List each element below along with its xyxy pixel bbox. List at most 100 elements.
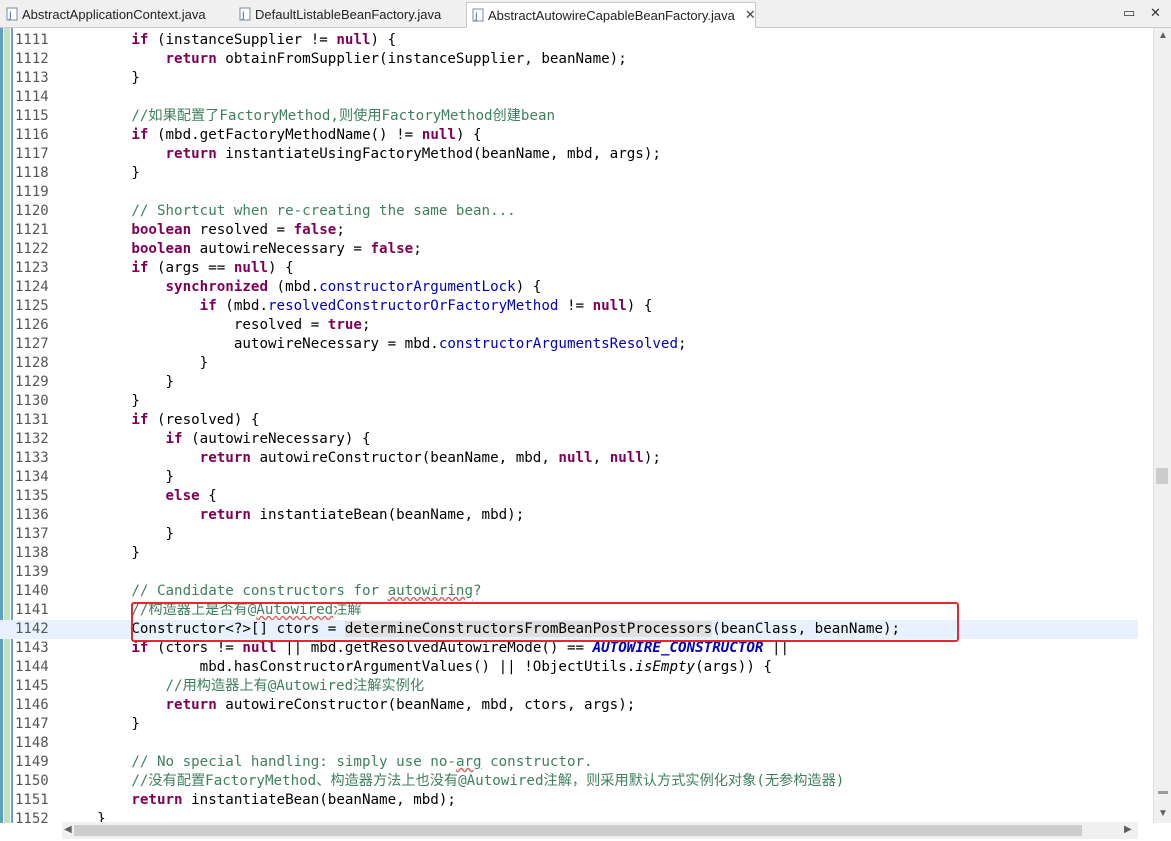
line-number: 1133 [15, 450, 49, 466]
code-editor[interactable]: 1111 if (instanceSupplier != null) {1112… [0, 28, 1171, 823]
code-line[interactable]: 1126 resolved = true; [0, 316, 1138, 335]
code-line[interactable]: 1136 return instantiateBean(beanName, mb… [0, 506, 1138, 525]
line-number: 1131 [15, 412, 49, 428]
code-line[interactable]: 1112 return obtainFromSupplier(instanceS… [0, 50, 1138, 69]
code-line[interactable]: 1122 boolean autowireNecessary = false; [0, 240, 1138, 259]
code-line[interactable]: 1133 return autowireConstructor(beanName… [0, 449, 1138, 468]
code-line[interactable]: 1140 // Candidate constructors for autow… [0, 582, 1138, 601]
code-line[interactable]: 1113 } [0, 69, 1138, 88]
code-line[interactable]: 1130 } [0, 392, 1138, 411]
code-text: //用构造器上有@Autowired注解实例化 [165, 678, 425, 694]
line-number: 1112 [15, 51, 49, 67]
code-line[interactable]: 1150 //没有配置FactoryMethod、构造器方法上也没有@Autow… [0, 772, 1138, 791]
tab-default-listable-bean-factory[interactable]: J DefaultListableBeanFactory.java [239, 2, 441, 26]
code-text: } [63, 165, 140, 181]
code-line[interactable]: 1145 //用构造器上有@Autowired注解实例化 [0, 677, 1138, 696]
code-line[interactable]: 1120 // Shortcut when re-creating the sa… [0, 202, 1138, 221]
code-line[interactable]: 1115 //如果配置了FactoryMethod,则使用FactoryMeth… [0, 107, 1138, 126]
code-line[interactable]: 1117 return instantiateUsingFactoryMetho… [0, 145, 1138, 164]
code-line[interactable]: 1137 } [0, 525, 1138, 544]
scroll-down-icon[interactable]: ▼ [1158, 808, 1168, 819]
code-text: if (instanceSupplier != null) { [131, 32, 397, 48]
overview-marker[interactable] [1158, 791, 1168, 794]
code-text: resolved = true; [63, 317, 371, 333]
scroll-left-icon[interactable]: ◀ [64, 824, 72, 835]
code-line[interactable]: 1151 return instantiateBean(beanName, mb… [0, 791, 1138, 810]
line-number: 1134 [15, 469, 49, 485]
code-line[interactable]: 1132 if (autowireNecessary) { [0, 430, 1138, 449]
restore-icon[interactable]: ▭ [1123, 5, 1135, 21]
code-text: } [63, 545, 140, 561]
close-icon[interactable]: ✕ [1150, 5, 1161, 21]
code-line[interactable]: 1148 [0, 734, 1138, 753]
java-file-icon: J [472, 8, 484, 22]
code-text: // No special handling: simply use no-ar… [131, 754, 593, 770]
code-text: if (resolved) { [131, 412, 260, 428]
code-line[interactable]: 1124 synchronized (mbd.constructorArgume… [0, 278, 1138, 297]
code-text: } [63, 526, 175, 542]
code-line[interactable]: 1128 } [0, 354, 1138, 373]
line-number: 1129 [15, 374, 49, 390]
code-text: autowireNecessary = mbd.constructorArgum… [63, 336, 687, 352]
line-number: 1147 [15, 716, 49, 732]
code-text: return instantiateBean(beanName, mbd); [199, 507, 525, 523]
code-line[interactable]: 1118 } [0, 164, 1138, 183]
tab-abstract-application-context[interactable]: J AbstractApplicationContext.java [6, 2, 206, 26]
tab-label: AbstractAutowireCapableBeanFactory.java [488, 7, 735, 23]
horizontal-scroll-thumb[interactable] [74, 825, 1082, 836]
code-line[interactable]: 1116 if (mbd.getFactoryMethodName() != n… [0, 126, 1138, 145]
code-line[interactable]: 1135 else { [0, 487, 1138, 506]
line-number: 1149 [15, 754, 49, 770]
code-line[interactable]: 1129 } [0, 373, 1138, 392]
line-number: 1113 [15, 70, 49, 86]
line-number: 1127 [15, 336, 49, 352]
line-number: 1121 [15, 222, 49, 238]
code-line[interactable]: 1127 autowireNecessary = mbd.constructor… [0, 335, 1138, 354]
editor-tab-bar: J AbstractApplicationContext.java J Defa… [0, 0, 1171, 28]
java-file-icon: J [239, 7, 251, 21]
line-number: 1142 [15, 621, 49, 637]
line-number: 1119 [15, 184, 49, 200]
tab-label: DefaultListableBeanFactory.java [255, 6, 442, 22]
code-line[interactable]: 1139 [0, 563, 1138, 582]
code-line[interactable]: 1121 boolean resolved = false; [0, 221, 1138, 240]
close-tab-icon[interactable]: ✕ [745, 7, 756, 23]
scroll-right-icon[interactable]: ▶ [1124, 824, 1132, 835]
code-line[interactable]: 1131 if (resolved) { [0, 411, 1138, 430]
line-number: 1139 [15, 564, 49, 580]
code-text: return autowireConstructor(beanName, mbd… [199, 450, 661, 466]
line-number: 1114 [15, 89, 49, 105]
code-line[interactable]: 1114 [0, 88, 1138, 107]
code-line[interactable]: 1146 return autowireConstructor(beanName… [0, 696, 1138, 715]
code-line[interactable]: 1123 if (args == null) { [0, 259, 1138, 278]
code-line[interactable]: 1134 } [0, 468, 1138, 487]
line-number: 1141 [15, 602, 49, 618]
code-text: if (mbd.getFactoryMethodName() != null) … [131, 127, 482, 143]
highlight-box [131, 602, 959, 642]
code-line[interactable]: 1119 [0, 183, 1138, 202]
scroll-up-icon[interactable]: ▲ [1158, 30, 1168, 41]
code-line[interactable]: 1111 if (instanceSupplier != null) { [0, 31, 1138, 50]
line-number: 1120 [15, 203, 49, 219]
code-text: } [63, 374, 175, 390]
tab-label: AbstractApplicationContext.java [22, 6, 206, 22]
code-text: } [63, 355, 209, 371]
code-line[interactable]: 1149 // No special handling: simply use … [0, 753, 1138, 772]
code-lines: 1111 if (instanceSupplier != null) {1112… [0, 31, 1138, 823]
code-line[interactable]: 1147 } [0, 715, 1138, 734]
line-number: 1115 [15, 108, 49, 124]
code-line[interactable]: 1144 mbd.hasConstructorArgumentValues() … [0, 658, 1138, 677]
code-line[interactable]: 1125 if (mbd.resolvedConstructorOrFactor… [0, 297, 1138, 316]
code-text: } [63, 70, 140, 86]
line-number: 1140 [15, 583, 49, 599]
code-text: // Candidate constructors for autowiring… [131, 583, 482, 599]
code-text: // Shortcut when re-creating the same be… [131, 203, 516, 219]
vertical-scrollbar[interactable]: ▲ ▼ [1153, 28, 1171, 823]
code-line[interactable]: 1138 } [0, 544, 1138, 563]
java-file-icon: J [6, 7, 18, 21]
tab-abstract-autowire-capable-bean-factory[interactable]: J AbstractAutowireCapableBeanFactory.jav… [466, 2, 756, 28]
horizontal-scrollbar[interactable]: ◀ ▶ [62, 822, 1138, 839]
line-number: 1150 [15, 773, 49, 789]
vertical-scroll-thumb[interactable] [1156, 468, 1168, 484]
svg-text:J: J [474, 12, 478, 22]
